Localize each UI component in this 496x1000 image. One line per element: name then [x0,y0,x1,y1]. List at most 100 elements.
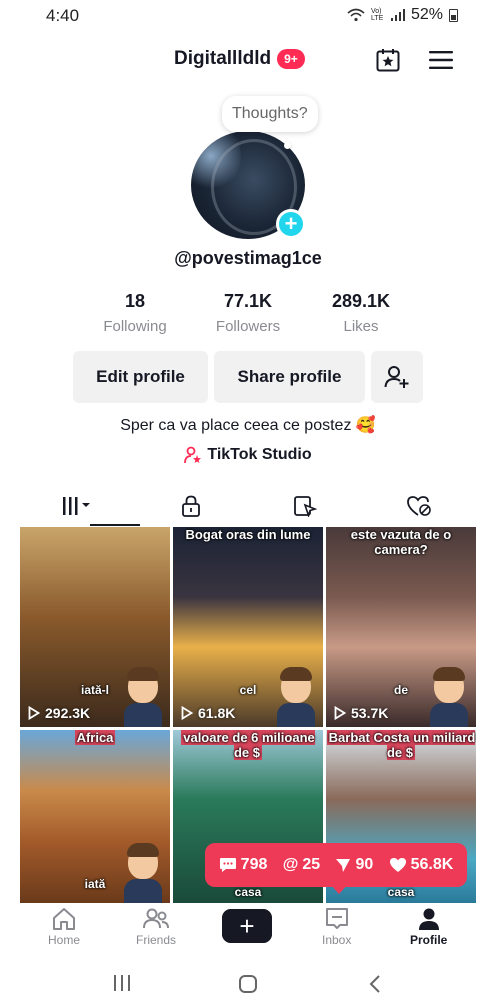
home-button-icon[interactable] [238,974,258,1000]
videos-grid-icon [63,497,90,515]
tiktok-studio-link[interactable]: TikTok Studio [0,446,496,464]
view-count-text: 292.3K [45,705,91,721]
nav-friends[interactable]: Friends [136,907,176,947]
video-title: valoare de 6 milioane de $ [173,730,323,760]
stat-label: Following [103,318,167,335]
comment-icon [219,858,236,872]
engagement-pointer [330,884,348,894]
signal-icon [390,9,405,21]
shares-count-text: 90 [355,856,374,873]
edit-profile-button[interactable]: Edit profile [73,351,208,403]
thought-bubble-tail [284,142,291,149]
heart-icon [389,858,406,872]
nav-profile-label: Profile [410,933,448,947]
stat-label: Followers [215,318,281,335]
inbox-icon [325,908,348,929]
nav-home[interactable]: Home [48,907,80,947]
battery-icon [449,8,458,22]
active-tab-indicator [90,524,140,526]
tab-liked[interactable] [362,486,476,526]
comments-count-text: 798 [240,856,268,873]
status-time: 4:40 [46,6,80,25]
video-title: este vazuta de o camera? [350,527,452,557]
signal-text: Vo) LTE [370,8,384,22]
wifi-icon [347,8,365,22]
profile-actions: Edit profile Share profile [73,351,423,403]
cartoon-avatar-image [124,843,162,903]
tab-reposts[interactable] [248,486,362,526]
stat-value: 289.1K [331,291,391,311]
video-caption: casa [387,885,415,899]
stat-value: 77.1K [223,291,273,311]
profile-icon [418,908,439,930]
nav-inbox[interactable]: Inbox [322,907,351,947]
add-friend-button[interactable] [371,351,423,403]
recent-apps-icon[interactable] [112,974,132,998]
tab-videos[interactable] [20,486,134,526]
mention-icon: @ [282,856,299,873]
profile-header: Digitallldld 9+ [0,40,496,80]
mentions-count: @ 25 [283,856,320,874]
studio-label: TikTok Studio [207,446,312,463]
studio-icon [184,446,202,464]
lock-icon [182,495,200,517]
menu-icon[interactable] [427,46,455,74]
play-icon [181,706,193,720]
video-thumbnail[interactable]: iată-l 292.3K [20,527,170,727]
likes-count: 56.8K [389,856,454,874]
battery-text: 52% [410,6,443,23]
create-plus-icon: + [222,909,272,943]
video-title: Barbat Costa un miliard de $ [326,730,476,760]
stat-likes[interactable]: 289.1K Likes [306,291,416,335]
friends-icon [143,908,169,929]
liked-heart-icon [407,496,431,516]
video-caption: casa [234,885,262,899]
username: Digitallldld [174,48,272,69]
add-person-icon [384,366,409,388]
status-bar: 4:40 Vo) LTE 52% [0,0,496,34]
cartoon-avatar-image [124,667,162,727]
likes-count-text: 56.8K [410,856,454,873]
tab-private[interactable] [134,486,248,526]
play-icon [28,706,40,720]
share-arrow-icon [336,859,351,872]
view-count-text: 61.8K [198,705,236,721]
stat-label: Likes [343,318,379,335]
add-avatar-button[interactable]: + [276,209,306,239]
nav-profile[interactable]: Profile [410,907,447,947]
stat-followers[interactable]: 77.1K Followers [193,291,303,335]
video-thumbnail[interactable]: Bogat oras din lume cel 61.8K [173,527,323,727]
back-icon[interactable] [368,974,382,1000]
profile-handle: @povestimag1ce [174,248,322,268]
home-icon [53,908,75,930]
comments-count: 798 [219,856,268,874]
content-tabs [20,486,476,526]
thoughts-bubble[interactable]: Thoughts? [222,96,318,132]
nav-friends-label: Friends [136,933,177,947]
repost-icon [294,496,317,517]
video-title: Bogat oras din lume [185,527,311,542]
profile-bio: Sper ca va place ceea ce postez 🥰 [120,417,376,434]
username-switcher[interactable]: Digitallldld 9+ [174,48,305,70]
stat-following[interactable]: 18 Following [80,291,190,335]
shares-count: 90 [335,856,373,874]
view-count: 61.8K [181,705,235,721]
calendar-star-icon[interactable] [374,46,402,74]
nav-home-label: Home [48,933,81,947]
create-button[interactable]: + [218,909,276,943]
notification-badge: 9+ [277,49,305,69]
status-icons: Vo) LTE 52% [347,6,458,24]
view-count: 292.3K [28,705,90,721]
nav-inbox-label: Inbox [322,933,352,947]
engagement-summary[interactable]: 798 @ 25 90 56.8K [205,843,467,887]
play-icon [334,706,346,720]
bottom-navigation: Home Friends + Inbox Profile [0,903,496,961]
video-title-text: Africa [74,730,116,745]
video-title-text: Barbat Costa un miliard de $ [326,730,476,760]
video-thumbnail[interactable]: este vazuta de o camera? de 53.7K [326,527,476,727]
cartoon-avatar-image [277,667,315,727]
profile-stats: 18 Following 77.1K Followers 289.1K Like… [80,291,416,335]
share-profile-button[interactable]: Share profile [214,351,365,403]
video-title: Africa [20,730,170,745]
video-thumbnail[interactable]: Africa iată [20,730,170,903]
